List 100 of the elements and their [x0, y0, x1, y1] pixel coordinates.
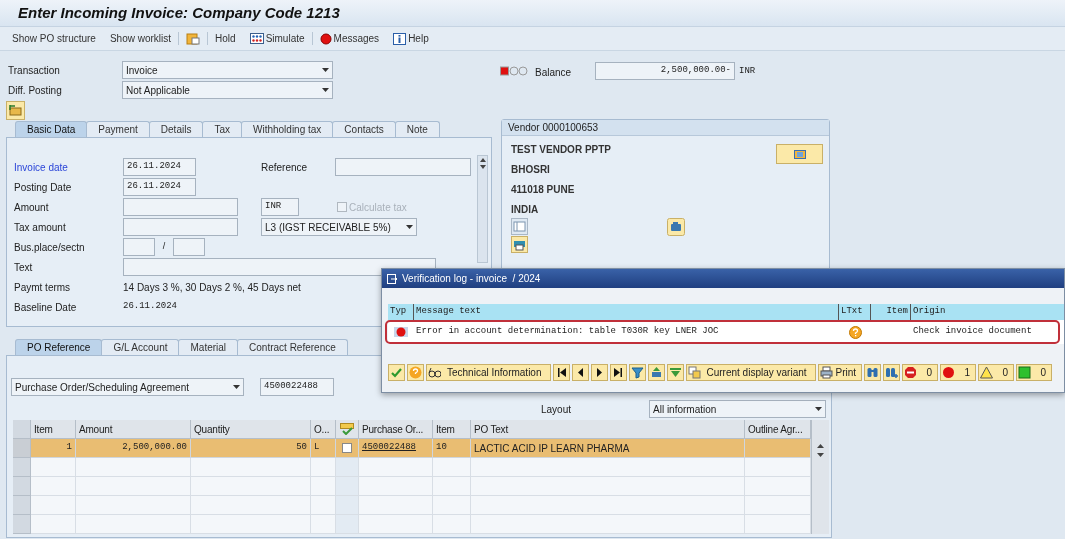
field-label: Invoice date [14, 160, 69, 175]
scrollbar[interactable] [811, 420, 829, 534]
input-field[interactable] [123, 238, 155, 256]
tab[interactable]: PO Reference [15, 339, 103, 355]
toolbar-button[interactable] [590, 364, 608, 381]
field-label: Paymt terms [14, 280, 72, 295]
tab[interactable]: Withholding tax [240, 121, 334, 137]
column-header: O... [311, 420, 336, 439]
date-text: 26.11.2024 [123, 300, 177, 314]
printer-icon[interactable] [511, 236, 528, 253]
tab[interactable]: Payment [86, 121, 150, 137]
table-cell: 50 [191, 439, 311, 458]
toolbar-button[interactable]: Messages [319, 31, 380, 46]
folder-tree-icon[interactable] [6, 101, 25, 120]
input-field[interactable] [173, 238, 205, 256]
toolbar-button[interactable]: Current display variant [685, 364, 816, 381]
list-icon[interactable] [511, 218, 528, 235]
printer-icon [819, 366, 833, 379]
toolbar-button[interactable]: Print [817, 364, 863, 381]
address-line: 411018 PUNE [511, 183, 576, 197]
tab[interactable]: Tax [202, 121, 242, 137]
clipboard-icon[interactable] [186, 32, 201, 45]
table-cell: 2,500,000.00 [76, 439, 191, 458]
input-field[interactable] [123, 218, 238, 236]
toolbar-button[interactable]: 1 [940, 364, 977, 381]
checkbox[interactable] [342, 443, 352, 453]
tab[interactable]: G/L Account [101, 339, 180, 355]
tab[interactable]: Material [178, 339, 239, 355]
table-cell [311, 515, 336, 534]
toolbar-button[interactable]: Hold [215, 31, 236, 46]
input-field[interactable] [123, 198, 238, 216]
field-label: Text [14, 260, 34, 275]
table-cell [31, 477, 76, 496]
toolbar-button[interactable]: Show PO structure [12, 31, 96, 46]
help-icon[interactable] [848, 325, 862, 339]
up-arrow-icon [479, 158, 486, 162]
dropdown[interactable]: Purchase Order/Scheduling Agreement [11, 378, 244, 396]
column-header: Item [871, 304, 911, 320]
toolbar-button[interactable]: Simulate [249, 31, 305, 46]
toolbar-button[interactable]: Technical Information [426, 364, 551, 381]
input-field[interactable]: 26.11.2024 [123, 178, 196, 196]
error-icon [942, 366, 956, 379]
filter-icon [630, 366, 644, 379]
tab[interactable]: Details [148, 121, 204, 137]
input-field[interactable]: 4500022488 [260, 378, 334, 396]
table-cell [31, 515, 76, 534]
tab[interactable]: Note [394, 121, 440, 137]
field-label: Layout [541, 402, 573, 417]
toolbar-button[interactable]: 0 [902, 364, 939, 381]
toolbar-button[interactable] [609, 364, 627, 381]
input-field[interactable] [123, 258, 436, 276]
tab[interactable]: Contract Reference [237, 339, 348, 355]
input-field[interactable]: INR [261, 198, 299, 216]
camera-icon[interactable] [667, 218, 685, 236]
address-line: INDIA [511, 203, 540, 217]
column-header: Origin [911, 304, 1064, 320]
dropdown[interactable]: Invoice [122, 61, 333, 79]
vendor-button[interactable] [776, 144, 823, 164]
column-header: PO Text [471, 420, 745, 439]
field-label: Diff. Posting [7, 83, 63, 98]
toolbar-button[interactable] [552, 364, 570, 381]
table-cell: L [311, 439, 336, 458]
dropdown[interactable]: L3 (IGST RECEIVABLE 5%) [261, 218, 417, 236]
table-cell [31, 458, 76, 477]
table-cell [433, 515, 471, 534]
toolbar-button[interactable]: 0 [978, 364, 1015, 381]
caret-icon [322, 88, 329, 92]
dropdown[interactable]: Not Applicable [122, 81, 333, 99]
toolbar-button[interactable] [571, 364, 589, 381]
column-header: Message text [414, 304, 839, 320]
column-header: Amount [76, 420, 191, 439]
caret-icon [815, 407, 822, 411]
dropdown[interactable]: All information [649, 400, 826, 418]
tab[interactable]: Contacts [332, 121, 396, 137]
input-field[interactable]: 26.11.2024 [123, 158, 196, 176]
column-header: Purchase Or... [359, 420, 433, 439]
input-field[interactable]: 2,500,000.00- [595, 62, 735, 80]
field-label: Reference [261, 160, 309, 175]
column-header: Outline Agr... [745, 420, 811, 439]
column-header: Item [433, 420, 471, 439]
table-cell [745, 439, 811, 458]
column-header: Quantity [191, 420, 311, 439]
binoculars-plus-icon [885, 366, 899, 379]
input-field[interactable] [335, 158, 471, 176]
toolbar-button[interactable]: 0 [1016, 364, 1053, 381]
toolbar-button[interactable]: Show worklist [109, 31, 172, 46]
scrollbar[interactable] [477, 155, 488, 263]
caret-icon [233, 385, 240, 389]
table-cell [311, 477, 336, 496]
field-label: Transaction [7, 63, 61, 78]
table-cell-text: Check invoice document [912, 325, 1033, 339]
field-label: Baseline Date [14, 300, 78, 315]
toolbar-button[interactable]: Help [393, 31, 429, 46]
sum-icon [649, 366, 663, 379]
last-page-icon [611, 366, 625, 379]
tab[interactable]: Basic Data [15, 121, 88, 137]
alert-light-icon [319, 32, 332, 45]
field-label: Tax amount [14, 220, 67, 235]
table-cell [336, 496, 359, 515]
table-cell [433, 496, 471, 515]
